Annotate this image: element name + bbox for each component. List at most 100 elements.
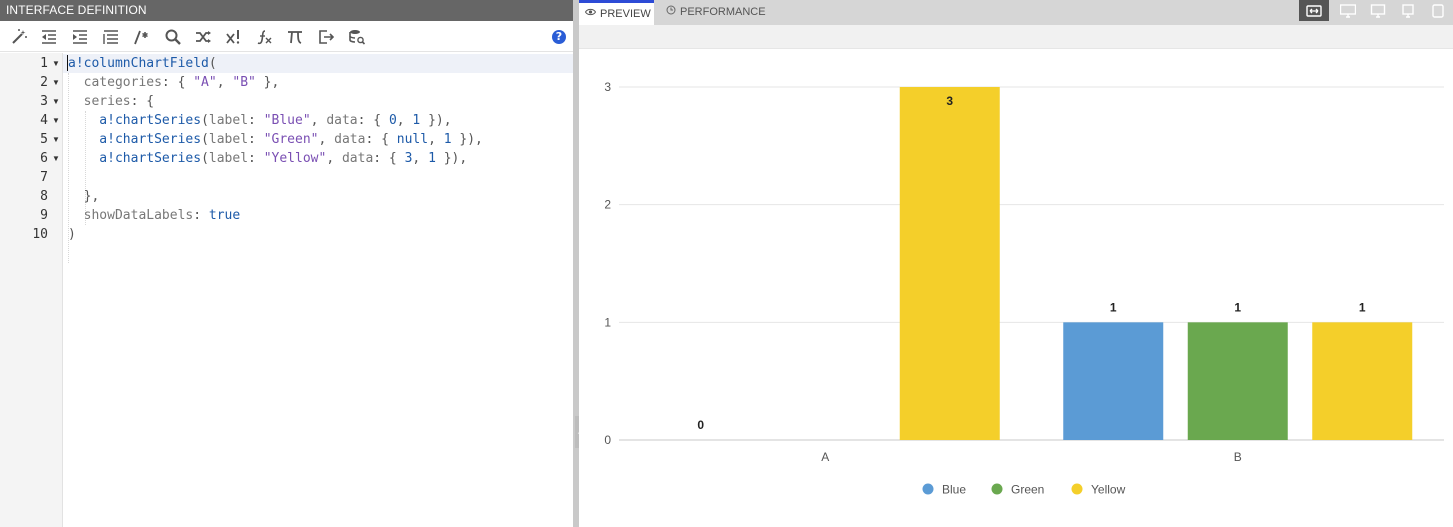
code-token: "A" bbox=[193, 75, 217, 90]
comment-icon[interactable] bbox=[132, 27, 152, 47]
legend-label-green[interactable]: Green bbox=[1011, 483, 1044, 497]
fold-toggle-icon[interactable]: ▼ bbox=[52, 92, 60, 111]
y-tick-label: 1 bbox=[604, 315, 611, 329]
preview-tabbar: PREVIEW PERFORMANCE bbox=[579, 0, 1453, 25]
fold-toggle-icon[interactable]: ▼ bbox=[52, 54, 60, 73]
tab-performance-label: PERFORMANCE bbox=[680, 6, 766, 18]
code-token: }), bbox=[435, 151, 468, 166]
fit-width-icon[interactable] bbox=[1299, 0, 1329, 21]
code-token: ( bbox=[208, 56, 217, 71]
code-token: : bbox=[193, 208, 209, 223]
indent-icon[interactable] bbox=[70, 27, 90, 47]
code-token: label bbox=[208, 132, 249, 147]
editor-toolbar: ? bbox=[0, 21, 573, 52]
shuffle-icon[interactable] bbox=[193, 27, 213, 47]
panel-title: INTERFACE DEFINITION bbox=[0, 0, 573, 21]
bar-yellow-b bbox=[1312, 322, 1413, 440]
magic-wand-icon[interactable] bbox=[9, 27, 29, 47]
legend-label-yellow[interactable]: Yellow bbox=[1091, 483, 1126, 497]
code-token: true bbox=[208, 208, 241, 223]
code-editor[interactable]: a!columnChartField( categories: { "A", "… bbox=[63, 53, 573, 527]
tab-preview[interactable]: PREVIEW bbox=[579, 0, 654, 25]
legend-marker-yellow[interactable] bbox=[1071, 483, 1083, 495]
line-number: 1 bbox=[40, 56, 48, 71]
y-tick-label: 0 bbox=[604, 433, 611, 447]
line-number: 7 bbox=[40, 170, 48, 185]
code-token: ( bbox=[201, 132, 209, 147]
line-number: 6 bbox=[40, 151, 48, 166]
code-token: : bbox=[248, 132, 264, 147]
x-tick-label: A bbox=[821, 450, 829, 464]
code-line: a!columnChartField( bbox=[68, 54, 217, 73]
format-icon[interactable] bbox=[101, 27, 121, 47]
function-icon[interactable] bbox=[255, 27, 275, 47]
fold-toggle-icon[interactable]: ▼ bbox=[52, 111, 60, 130]
fold-toggle-icon[interactable]: ▼ bbox=[52, 149, 60, 168]
code-token: label bbox=[208, 151, 249, 166]
desktop-large-icon[interactable] bbox=[1333, 0, 1363, 21]
code-token: 1 bbox=[443, 132, 452, 147]
code-token: }, bbox=[68, 189, 100, 204]
line-number: 8 bbox=[40, 189, 48, 204]
code-token: data bbox=[334, 132, 366, 147]
line-number: 10 bbox=[32, 227, 48, 242]
pi-icon[interactable] bbox=[285, 27, 305, 47]
bar-blue-b bbox=[1063, 322, 1164, 440]
legend-marker-blue[interactable] bbox=[922, 483, 934, 495]
code-line: a!chartSeries(label: "Blue", data: { 0, … bbox=[68, 111, 452, 130]
tab-performance[interactable]: PERFORMANCE bbox=[660, 0, 770, 25]
code-token: data bbox=[341, 151, 374, 166]
code-line: a!chartSeries(label: "Yellow", data: { 3… bbox=[68, 149, 467, 168]
code-token: "Yellow" bbox=[263, 151, 327, 166]
data-label: 1 bbox=[1110, 300, 1117, 314]
fold-toggle-icon[interactable]: ▼ bbox=[52, 130, 60, 149]
code-token: }), bbox=[420, 113, 452, 128]
code-token: label bbox=[208, 113, 249, 128]
code-line: showDataLabels: true bbox=[68, 206, 241, 225]
code-token: a!chartSeries bbox=[68, 151, 202, 166]
monitor-small-icon[interactable] bbox=[1393, 0, 1423, 21]
help-icon[interactable]: ? bbox=[552, 30, 566, 44]
code-token: : { bbox=[365, 132, 397, 147]
outdent-icon[interactable] bbox=[39, 27, 59, 47]
expression-icon[interactable] bbox=[224, 27, 244, 47]
code-token: "B" bbox=[232, 75, 256, 90]
code-token: series bbox=[68, 94, 131, 109]
line-number: 4 bbox=[40, 113, 48, 128]
code-line: }, bbox=[68, 187, 100, 206]
code-token: ( bbox=[201, 151, 209, 166]
code-token: data bbox=[326, 113, 358, 128]
eye-icon bbox=[584, 3, 597, 25]
code-token: showDataLabels bbox=[68, 208, 194, 223]
code-token: , bbox=[318, 132, 335, 147]
preview-panel: PREVIEW PERFORMANCE 0 1 2 3 0 3 A 1 1 1 … bbox=[579, 0, 1453, 527]
line-number: 3 bbox=[40, 94, 48, 109]
preview-subbar bbox=[579, 25, 1453, 49]
code-token: : { bbox=[130, 94, 155, 109]
code-token: : { bbox=[357, 113, 389, 128]
code-token: a!columnChartField bbox=[68, 56, 209, 71]
legend-label-blue[interactable]: Blue bbox=[942, 483, 966, 497]
code-token: a!chartSeries bbox=[68, 113, 202, 128]
export-icon[interactable] bbox=[316, 27, 336, 47]
x-tick-label: B bbox=[1234, 450, 1242, 464]
y-tick-label: 3 bbox=[604, 80, 611, 94]
code-token: , bbox=[428, 132, 444, 147]
line-number: 9 bbox=[40, 208, 48, 223]
tab-preview-label: PREVIEW bbox=[600, 8, 651, 20]
y-tick-label: 2 bbox=[604, 198, 611, 212]
code-token: "Green" bbox=[263, 132, 319, 147]
search-icon[interactable] bbox=[163, 27, 183, 47]
legend-marker-green[interactable] bbox=[991, 483, 1003, 495]
code-line: ) bbox=[68, 225, 76, 244]
code-token: , bbox=[216, 75, 233, 90]
code-token: : { bbox=[373, 151, 405, 166]
clock-icon bbox=[666, 0, 676, 26]
database-search-icon[interactable] bbox=[347, 27, 367, 47]
data-label: 0 bbox=[697, 418, 704, 432]
app-root: INTERFACE DEFINITION ? 1 ▼ 2 ▼ 3 ▼ 4 ▼ 5… bbox=[0, 0, 1453, 527]
code-token: ) bbox=[68, 227, 76, 242]
tablet-icon[interactable] bbox=[1423, 0, 1453, 21]
fold-toggle-icon[interactable]: ▼ bbox=[52, 73, 60, 92]
desktop-icon[interactable] bbox=[1363, 0, 1393, 21]
